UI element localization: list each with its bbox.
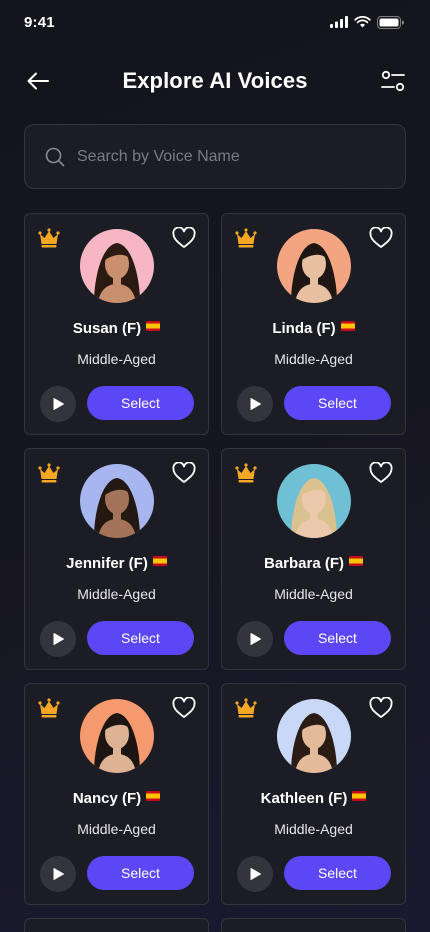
crown-icon <box>235 463 257 483</box>
voice-card[interactable]: Susan (F) Middle-Aged Select <box>24 213 209 435</box>
play-button[interactable] <box>237 856 273 892</box>
select-button[interactable]: Select <box>284 621 391 655</box>
status-icons <box>330 15 404 29</box>
filter-button[interactable] <box>380 68 406 94</box>
filter-sliders-icon <box>381 70 405 92</box>
search-bar[interactable] <box>24 124 406 189</box>
play-button[interactable] <box>40 386 76 422</box>
play-button[interactable] <box>237 621 273 657</box>
select-button[interactable]: Select <box>87 386 194 420</box>
play-icon <box>51 867 65 881</box>
heart-icon[interactable] <box>172 696 196 719</box>
voice-name-label: Jennifer (F) <box>66 555 148 572</box>
crown-icon <box>235 228 257 248</box>
voice-age: Middle-Aged <box>77 821 156 837</box>
spain-flag-icon <box>340 321 355 331</box>
crown-icon <box>38 698 60 718</box>
avatar <box>277 464 351 538</box>
voice-card[interactable] <box>221 918 406 932</box>
status-time: 9:41 <box>24 13 55 31</box>
heart-icon[interactable] <box>172 461 196 484</box>
avatar <box>277 229 351 303</box>
voice-name-label: Barbara (F) <box>263 555 345 572</box>
avatar <box>80 464 154 538</box>
crown-icon <box>38 463 60 483</box>
heart-icon[interactable] <box>369 696 393 719</box>
voice-name-label: Linda (F) <box>272 320 336 337</box>
voice-name: Jennifer (F) <box>25 555 208 572</box>
avatar <box>80 229 154 303</box>
spain-flag-icon <box>352 791 367 801</box>
crown-icon <box>235 698 257 718</box>
wifi-icon <box>354 16 371 28</box>
play-icon <box>51 397 65 411</box>
search-input[interactable] <box>77 147 367 166</box>
status-bar: 9:41 <box>0 0 430 44</box>
play-icon <box>51 632 65 646</box>
voice-name: Susan (F) <box>25 320 208 337</box>
spain-flag-icon <box>146 791 161 801</box>
voice-name-label: Susan (F) <box>72 320 142 337</box>
heart-icon[interactable] <box>172 226 196 249</box>
voice-age: Middle-Aged <box>77 586 156 602</box>
voice-card[interactable]: Nancy (F) Middle-Aged Select <box>24 683 209 905</box>
play-icon <box>248 397 262 411</box>
voice-name: Kathleen (F) <box>222 790 405 807</box>
avatar <box>80 699 154 773</box>
voice-name-label: Nancy (F) <box>72 790 142 807</box>
voice-card[interactable] <box>24 918 209 932</box>
select-button[interactable]: Select <box>284 856 391 890</box>
voice-card[interactable]: Kathleen (F) Middle-Aged Select <box>221 683 406 905</box>
select-button[interactable]: Select <box>87 621 194 655</box>
battery-icon <box>377 15 404 29</box>
avatar <box>277 699 351 773</box>
crown-icon <box>38 228 60 248</box>
voice-grid: Susan (F) Middle-Aged Select Linda (F) Middl… <box>24 213 406 932</box>
header: Explore AI Voices <box>0 56 430 106</box>
spain-flag-icon <box>146 321 161 331</box>
voice-age: Middle-Aged <box>274 586 353 602</box>
heart-icon[interactable] <box>369 461 393 484</box>
heart-icon[interactable] <box>369 226 393 249</box>
arrow-left-icon <box>27 72 49 90</box>
cellular-signal-icon <box>330 16 348 28</box>
play-button[interactable] <box>40 856 76 892</box>
voice-age: Middle-Aged <box>274 351 353 367</box>
spain-flag-icon <box>349 556 364 566</box>
voice-name: Barbara (F) <box>222 555 405 572</box>
play-icon <box>248 867 262 881</box>
select-button[interactable]: Select <box>87 856 194 890</box>
back-button[interactable] <box>24 68 52 94</box>
spain-flag-icon <box>152 556 167 566</box>
page-title: Explore AI Voices <box>122 68 308 93</box>
voice-name: Nancy (F) <box>25 790 208 807</box>
voice-name-label: Kathleen (F) <box>260 790 348 807</box>
voice-name: Linda (F) <box>222 320 405 337</box>
voice-age: Middle-Aged <box>77 351 156 367</box>
voice-age: Middle-Aged <box>274 821 353 837</box>
voice-card[interactable]: Jennifer (F) Middle-Aged Select <box>24 448 209 670</box>
voice-card[interactable]: Linda (F) Middle-Aged Select <box>221 213 406 435</box>
voice-card[interactable]: Barbara (F) Middle-Aged Select <box>221 448 406 670</box>
play-button[interactable] <box>40 621 76 657</box>
play-icon <box>248 632 262 646</box>
select-button[interactable]: Select <box>284 386 391 420</box>
search-icon <box>45 147 65 166</box>
play-button[interactable] <box>237 386 273 422</box>
